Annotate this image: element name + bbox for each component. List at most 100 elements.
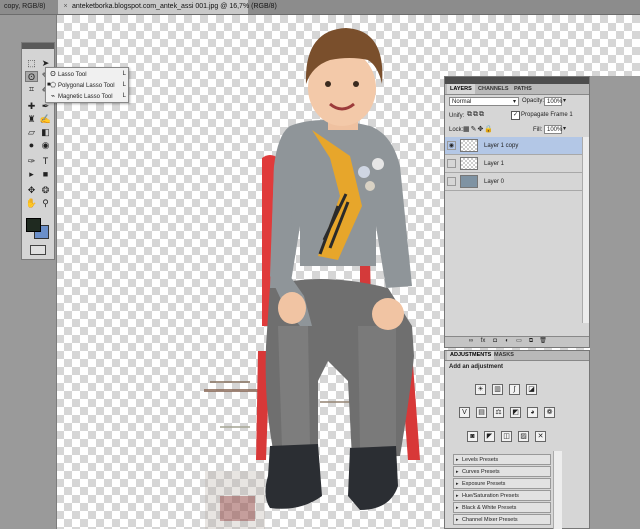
layer-row[interactable]: Layer 1: [445, 155, 583, 173]
adjustments-title: Add an adjustment: [449, 364, 504, 370]
layer-row[interactable]: ◉ Layer 1 copy: [445, 137, 583, 155]
tab-paths[interactable]: PATHS: [511, 84, 535, 94]
posterize-icon[interactable]: ◤: [484, 431, 495, 442]
lasso-tool-icon[interactable]: ʘ: [25, 71, 38, 82]
layer-style-icon[interactable]: fx: [479, 338, 487, 345]
layer-name: Layer 1 copy: [484, 143, 519, 149]
flyout-item-magnetic-lasso[interactable]: ⌁ Magnetic Lasso Tool L: [48, 91, 128, 102]
magnetic-lasso-icon: ⌁: [50, 93, 56, 100]
crop-tool-icon[interactable]: ⌗: [25, 84, 38, 95]
preset-levels[interactable]: Levels Presets: [453, 454, 551, 465]
adjustment-layer-icon[interactable]: ◐: [503, 338, 511, 345]
layers-panel-header[interactable]: [445, 77, 589, 84]
threshold-icon[interactable]: ◫: [501, 431, 512, 442]
layers-panel: LAYERS CHANNELS PATHS Normal ▾ Opacity: …: [444, 76, 590, 348]
visibility-toggle-empty[interactable]: [447, 177, 456, 186]
quick-mask-button[interactable]: [30, 245, 46, 255]
document-tab-bar: copy, RGB/8) × anteketborka.blogspot.com_…: [0, 0, 640, 15]
flyout-item-polygonal-lasso[interactable]: ■ ⬠ Polygonal Lasso Tool L: [47, 80, 128, 91]
history-brush-icon[interactable]: ✍: [39, 114, 52, 125]
unify-buttons-icon[interactable]: ⧉⧉⧉: [467, 111, 485, 119]
levels-icon[interactable]: ▥: [492, 384, 503, 395]
preset-hue-saturation[interactable]: Hue/Saturation Presets: [453, 490, 551, 501]
layer-thumbnail: [460, 139, 478, 152]
preset-curves[interactable]: Curves Presets: [453, 466, 551, 477]
channel-mixer-icon[interactable]: ❁: [544, 407, 555, 418]
gradient-map-icon[interactable]: ▨: [518, 431, 529, 442]
type-tool-icon[interactable]: T: [39, 156, 52, 167]
eraser-tool-icon[interactable]: ▱: [25, 127, 38, 138]
tab-masks[interactable]: MASKS: [491, 351, 517, 360]
tab-label: copy, RGB/8): [4, 3, 46, 10]
vibrance-icon[interactable]: V: [459, 407, 470, 418]
hand-left: [278, 292, 306, 324]
zoom-tool-icon[interactable]: ⚲: [39, 198, 52, 209]
layer-thumbnail: [460, 175, 478, 188]
gradient-tool-icon[interactable]: ◧: [39, 127, 52, 138]
document-tab-2[interactable]: × anteketborka.blogspot.com_antek_assi 00…: [58, 0, 277, 14]
opacity-input[interactable]: 100%: [544, 97, 562, 106]
hand-tool-icon[interactable]: ✋: [25, 198, 38, 209]
shoe-left: [265, 444, 322, 509]
invert-icon[interactable]: ◙: [467, 431, 478, 442]
blur-tool-icon[interactable]: ●: [25, 140, 38, 151]
adjustments-panel-tabs: ADJUSTMENTS MASKS: [445, 351, 589, 361]
opacity-stepper-icon[interactable]: ▾: [563, 97, 566, 104]
shoe-right: [348, 446, 398, 510]
pen-tool-icon[interactable]: ✑: [25, 156, 38, 167]
foreground-color-swatch[interactable]: [26, 218, 41, 232]
3d-orbit-icon[interactable]: ❂: [39, 185, 52, 196]
opacity-label: Opacity:: [522, 98, 545, 104]
path-selection-icon[interactable]: ▸: [25, 169, 38, 180]
lock-buttons-icon[interactable]: ▦✎✥🔒: [463, 125, 494, 133]
chevron-down-icon: ▾: [512, 99, 516, 105]
tab-label: anteketborka.blogspot.com_antek_assi 001…: [72, 3, 277, 10]
group-folder-icon[interactable]: ▭: [515, 338, 523, 345]
visibility-toggle-empty[interactable]: [447, 159, 456, 168]
layer-thumbnail: [460, 157, 478, 170]
trash-icon[interactable]: 🗑: [539, 338, 547, 345]
shape-tool-icon[interactable]: ■: [39, 169, 52, 180]
healing-brush-icon[interactable]: ✚: [25, 101, 38, 112]
unify-label: Unify:: [449, 113, 465, 119]
black-white-icon[interactable]: ◩: [510, 407, 521, 418]
tab-channels[interactable]: CHANNELS: [475, 84, 512, 94]
lasso-tool-flyout: ʘ Lasso Tool L ■ ⬠ Polygonal Lasso Tool L ⌁ Ma…: [45, 67, 129, 103]
new-layer-icon[interactable]: ⧉: [527, 338, 535, 345]
hue-saturation-icon[interactable]: ▤: [476, 407, 487, 418]
preset-channel-mixer[interactable]: Channel Mixer Presets: [453, 514, 551, 525]
document-tab-1[interactable]: copy, RGB/8): [0, 0, 57, 14]
lock-label: Lock:: [449, 127, 464, 133]
layers-scrollbar[interactable]: [582, 137, 589, 323]
brightness-contrast-icon[interactable]: ☀: [475, 384, 486, 395]
selective-color-icon[interactable]: ✕: [535, 431, 546, 442]
tab-layers[interactable]: LAYERS: [447, 84, 475, 94]
presets-scrollbar[interactable]: [553, 451, 562, 529]
tab-adjustments[interactable]: ADJUSTMENTS: [447, 351, 495, 360]
blend-mode-select[interactable]: Normal ▾: [449, 97, 519, 106]
flyout-item-lasso[interactable]: ʘ Lasso Tool L: [48, 69, 128, 80]
close-icon[interactable]: ×: [62, 3, 69, 10]
photo-filter-icon[interactable]: ◕: [527, 407, 538, 418]
preset-exposure[interactable]: Exposure Presets: [453, 478, 551, 489]
lasso-icon: ʘ: [50, 71, 56, 78]
fill-input[interactable]: 100%: [544, 125, 562, 134]
link-layers-icon[interactable]: ∞: [467, 338, 475, 345]
dodge-tool-icon[interactable]: ◉: [39, 140, 52, 151]
tools-panel-grip[interactable]: [22, 43, 54, 49]
propagate-checkbox[interactable]: ✓: [511, 111, 520, 120]
fill-stepper-icon[interactable]: ▾: [563, 125, 566, 132]
layers-panel-tabs: LAYERS CHANNELS PATHS: [445, 84, 589, 95]
preset-black-white[interactable]: Black & White Presets: [453, 502, 551, 513]
marquee-tool-icon[interactable]: ⬚: [25, 58, 38, 69]
curves-icon[interactable]: ∫: [509, 384, 520, 395]
color-balance-icon[interactable]: ⚖: [493, 407, 504, 418]
clone-stamp-icon[interactable]: ♜: [25, 114, 38, 125]
3d-rotate-icon[interactable]: ✥: [25, 185, 38, 196]
layer-row[interactable]: Layer 0: [445, 173, 583, 191]
exposure-icon[interactable]: ◪: [526, 384, 537, 395]
hand-right: [372, 298, 404, 330]
fill-label: Fill:: [533, 127, 543, 133]
eye-icon[interactable]: ◉: [447, 141, 456, 150]
layer-mask-icon[interactable]: ◘: [491, 338, 499, 345]
